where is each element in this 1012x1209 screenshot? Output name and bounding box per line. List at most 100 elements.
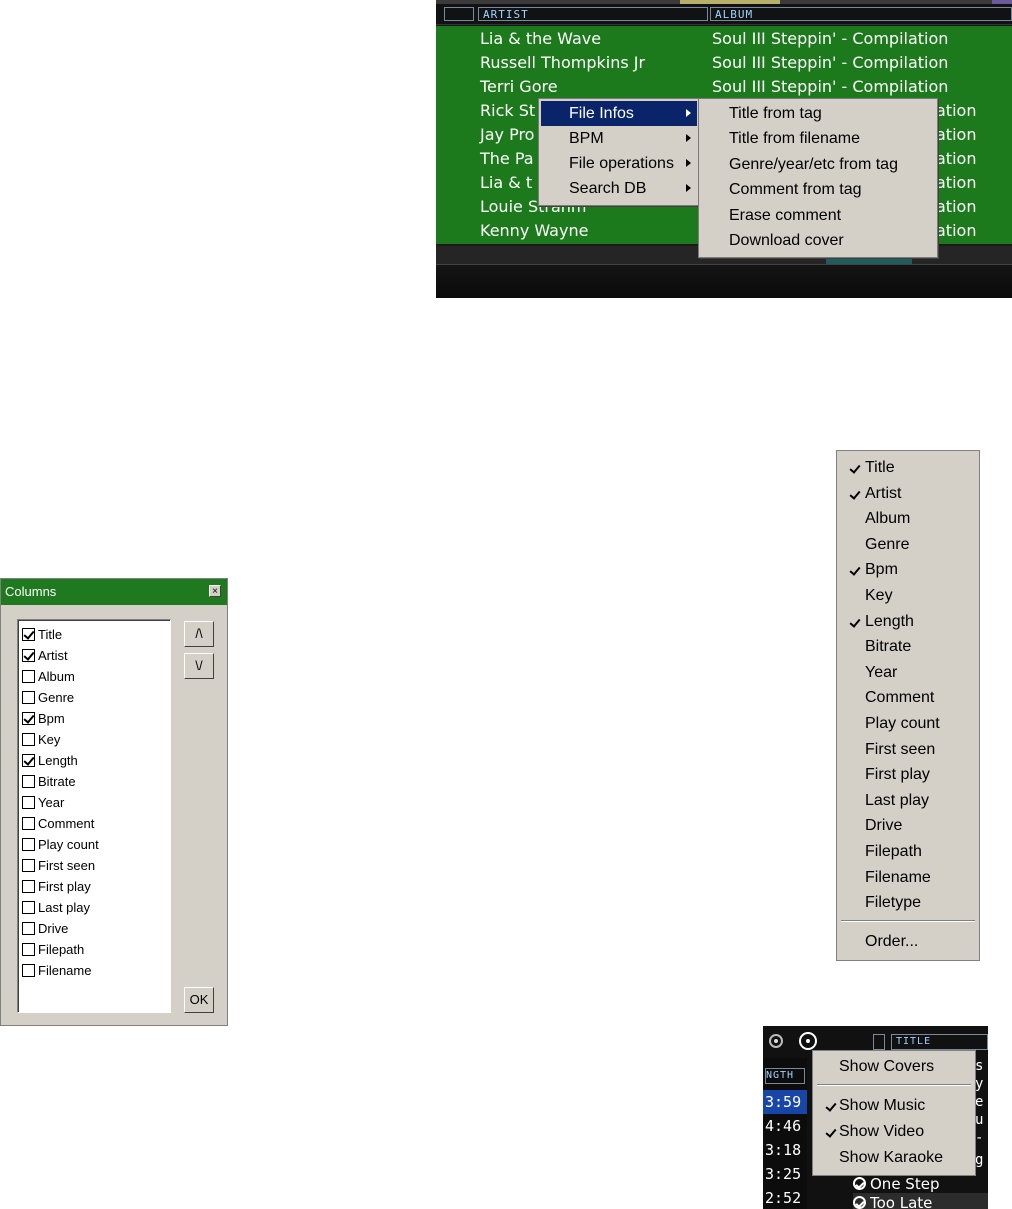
menu-item-bpm[interactable]: BPM (541, 126, 697, 151)
column-checkbox-item[interactable]: First seen (22, 855, 95, 876)
menu-item-column[interactable]: Title (865, 455, 895, 480)
menu-item-order[interactable]: Order... (865, 929, 918, 954)
menu-item-genre-year-from-tag[interactable]: Genre/year/etc from tag (701, 152, 898, 177)
checkbox[interactable] (22, 922, 35, 935)
menu-item-title-from-tag[interactable]: Title from tag (701, 101, 822, 126)
length-cell[interactable]: 3:25 (763, 1162, 807, 1186)
menu-item-column[interactable]: Comment (865, 685, 934, 710)
menu-item-column[interactable]: First play (865, 762, 930, 787)
menu-item-column[interactable]: Key (865, 583, 893, 608)
checkbox-label: Play count (38, 837, 99, 852)
header-album[interactable]: ALBUM (710, 7, 1012, 21)
menu-item-download-cover[interactable]: Download cover (701, 228, 844, 253)
header-artist[interactable]: ARTIST (478, 7, 708, 21)
column-checkbox-item[interactable]: Last play (22, 897, 90, 918)
checkbox-label: Drive (38, 921, 69, 936)
column-checkbox-item[interactable]: Bpm (22, 708, 65, 729)
column-checkbox-item[interactable]: Key (22, 729, 60, 750)
header-blank[interactable] (444, 7, 474, 21)
column-checkbox-item[interactable]: Bitrate (22, 771, 76, 792)
menu-item-show-video[interactable]: Show Video (839, 1119, 924, 1144)
column-checkbox-item[interactable]: Drive (22, 918, 68, 939)
menu-item-label: Search DB (569, 180, 647, 197)
menu-item-column[interactable]: Year (865, 660, 897, 685)
menu-item-show-karaoke[interactable]: Show Karaoke (839, 1145, 943, 1170)
checkbox[interactable] (22, 754, 35, 767)
checkbox[interactable] (22, 691, 35, 704)
check-circle-icon (853, 1177, 866, 1190)
checkbox[interactable] (22, 712, 35, 725)
column-checkbox-item[interactable]: First play (22, 876, 91, 897)
menu-item-column[interactable]: Album (865, 506, 910, 531)
ok-button[interactable]: OK (184, 987, 214, 1013)
checkmark-icon (825, 1119, 837, 1144)
length-cell[interactable]: 3:18 (763, 1138, 807, 1162)
menu-item-column[interactable]: Filename (865, 865, 931, 890)
menu-item-column[interactable]: Bitrate (865, 634, 911, 659)
menu-item-column[interactable]: Last play (865, 788, 929, 813)
menu-item-show-covers[interactable]: Show Covers (839, 1054, 934, 1079)
checkbox[interactable] (22, 817, 35, 830)
menu-item-column[interactable]: Filepath (865, 839, 922, 864)
menu-item-column[interactable]: Bpm (865, 557, 898, 582)
dialog-title-bar[interactable]: Columns × (1, 579, 227, 605)
checkbox[interactable] (22, 628, 35, 641)
column-checkbox-item[interactable]: Album (22, 666, 75, 687)
checkbox[interactable] (22, 964, 35, 977)
submenu-arrow-icon (686, 159, 691, 167)
menu-item-file-infos[interactable]: File Infos (541, 101, 697, 126)
menu-item-column[interactable]: Genre (865, 532, 909, 557)
checkbox[interactable] (22, 943, 35, 956)
move-down-button[interactable]: \/ (184, 653, 214, 679)
submenu-arrow-icon (686, 134, 691, 142)
column-checkbox-item[interactable]: Year (22, 792, 64, 813)
column-checkbox-item[interactable]: Length (22, 750, 78, 771)
menu-item-column[interactable]: Artist (865, 481, 901, 506)
checkbox[interactable] (22, 775, 35, 788)
menu-item-column[interactable]: Play count (865, 711, 940, 736)
menu-item-erase-comment[interactable]: Erase comment (701, 203, 841, 228)
menu-item-comment-from-tag[interactable]: Comment from tag (701, 177, 861, 202)
header-title[interactable]: TITLE (891, 1034, 988, 1050)
checkbox-label: Year (38, 795, 65, 810)
column-checkbox-item[interactable]: Play count (22, 834, 99, 855)
menu-item-column[interactable]: First seen (865, 737, 935, 762)
header-length[interactable]: NGTH (765, 1068, 805, 1084)
length-cell[interactable]: 3:59 (763, 1090, 807, 1114)
column-checkbox-item[interactable]: Title (22, 624, 62, 645)
menu-item-column[interactable]: Length (865, 609, 914, 634)
table-row[interactable]: Russell Thompkins Jr Soul III Steppin' - … (436, 51, 1012, 75)
checkbox[interactable] (22, 901, 35, 914)
column-checkbox-item[interactable]: Comment (22, 813, 94, 834)
album-cell: ation (936, 149, 977, 168)
column-checkbox-item[interactable]: Genre (22, 687, 74, 708)
checkbox[interactable] (22, 796, 35, 809)
options-icon[interactable] (799, 1032, 817, 1050)
close-icon[interactable]: × (209, 585, 221, 597)
menu-item-title-from-filename[interactable]: Title from filename (701, 126, 860, 151)
checkbox[interactable] (22, 670, 35, 683)
column-checkbox-item[interactable]: Filepath (22, 939, 84, 960)
header-blank[interactable] (873, 1034, 885, 1050)
menu-item-show-music[interactable]: Show Music (839, 1093, 925, 1118)
table-row[interactable]: Terri Gore Soul III Steppin' - Compilatio… (436, 75, 1012, 99)
checkbox[interactable] (22, 880, 35, 893)
list-item[interactable]: One Step (853, 1174, 988, 1194)
table-row[interactable]: Lia & the Wave Soul III Steppin' - Compil… (436, 27, 1012, 51)
view-toggle-icon[interactable] (769, 1034, 783, 1048)
checkbox[interactable] (22, 733, 35, 746)
checkbox[interactable] (22, 838, 35, 851)
menu-item-column[interactable]: Drive (865, 813, 902, 838)
menu-item-column[interactable]: Filetype (865, 890, 921, 915)
move-up-button[interactable]: /\ (184, 621, 214, 647)
checkbox[interactable] (22, 859, 35, 872)
column-checkbox-item[interactable]: Artist (22, 645, 68, 666)
menu-item-search-db[interactable]: Search DB (541, 176, 697, 201)
list-item[interactable]: Too Late (853, 1193, 988, 1209)
column-checkbox-item[interactable]: Filename (22, 960, 91, 981)
length-cell[interactable]: 2:52 (763, 1186, 807, 1209)
artist-cell: Lia & t (480, 173, 533, 192)
length-cell[interactable]: 4:46 (763, 1114, 807, 1138)
menu-item-file-operations[interactable]: File operations (541, 151, 697, 176)
checkbox[interactable] (22, 649, 35, 662)
